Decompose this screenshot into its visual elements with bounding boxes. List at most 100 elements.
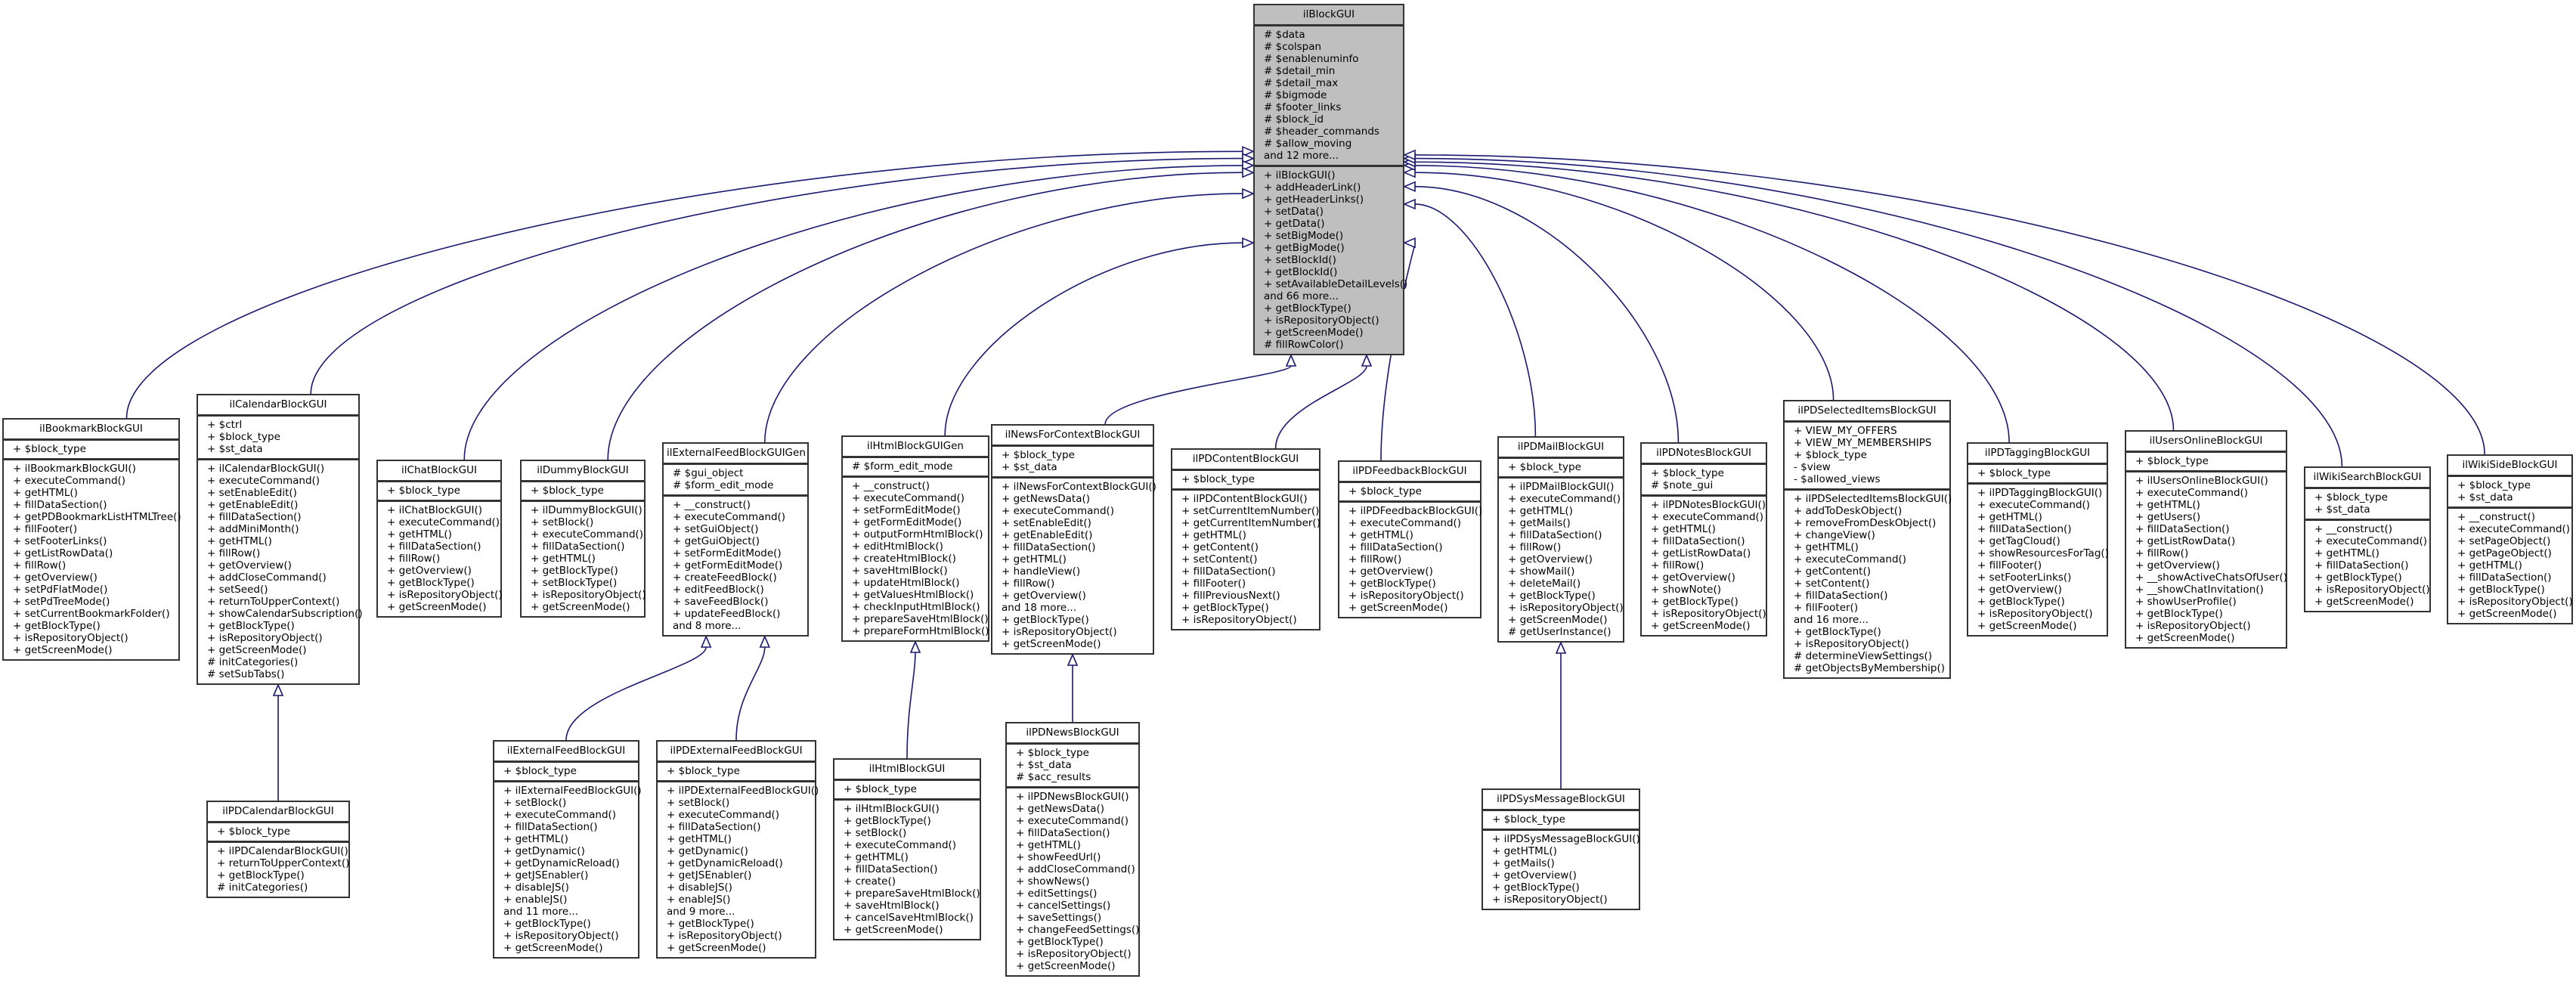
method-item: + executeCommand() (387, 516, 500, 528)
method-item: + getBlockType() (503, 918, 591, 930)
method-item: + fillDataSection() (1002, 541, 1096, 553)
class-node[interactable]: ilExternalFeedBlockGUI + $block_type + ilE… (493, 740, 642, 959)
class-node[interactable]: ilHtmlBlockGUI + $block_type + ilHtmlBlock… (833, 758, 981, 940)
method-item: + ilPDTaggingBlockGUI() (1977, 487, 2103, 499)
method-item: + getBlockType() (1977, 596, 2065, 608)
method-item: + ilPDCalendarBlockGUI() (217, 845, 348, 857)
class-node[interactable]: ilPDCalendarBlockGUI + $block_type + ilPDC… (206, 801, 350, 898)
attribute-item: # $colspan (1264, 41, 1322, 53)
method-item: + getNewsData() (1002, 493, 1091, 505)
method-item: + fillDataSection() (1016, 827, 1110, 839)
method-item: + getScreenMode() (13, 644, 113, 656)
method-item: + disableJS() (503, 881, 569, 894)
method-item: + changeFeedSettings() (1016, 924, 1140, 936)
class-node[interactable]: ilBlockGUI # $data # $colspan # $enablenumi… (1253, 4, 1407, 355)
class-node[interactable]: ilExternalFeedBlockGUIGen # $gui_object # … (662, 442, 809, 637)
method-item: + getHTML() (2457, 559, 2522, 572)
class-node[interactable]: ilWikiSideBlockGUI + $block_type + $st_dat… (2447, 454, 2573, 624)
method-item: # getUserInstance() (1508, 626, 1612, 638)
class-attributes: + $block_type + $st_data (2305, 489, 2429, 521)
method-item: + prepareFormHtmlBlock() (852, 625, 989, 637)
method-item: and 11 more... (503, 906, 579, 918)
class-node[interactable]: ilBookmarkBlockGUI + $block_type + ilBookm… (2, 418, 181, 661)
inheritance-arrowhead-icon (1402, 160, 1416, 172)
method-item: + getHTML() (1002, 553, 1067, 565)
method-item: + getPDBookmarkListHTMLTree() (13, 511, 181, 523)
method-item: + setCurrentBookmarkFolder() (13, 608, 170, 620)
method-item: + setSeed() (207, 584, 268, 596)
method-item: + ilPDSysMessageBlockGUI() (1492, 833, 1640, 845)
class-methods: + ilUsersOnlineBlockGUI() + executeComman… (2126, 472, 2287, 647)
method-item: + executeCommand() (852, 492, 965, 504)
method-item: + getListRowData() (1651, 547, 1751, 559)
method-item: + setPageObject() (2457, 535, 2551, 547)
class-attributes: + $block_type (834, 781, 980, 801)
method-item: + getBlockType() (844, 815, 931, 827)
method-item: + getHTML() (207, 535, 272, 547)
class-name: ilWikiSearchBlockGUI (2305, 468, 2429, 489)
class-node[interactable]: ilPDMailBlockGUI + $block_type + ilPDMailB… (1497, 436, 1624, 643)
method-item: + fillDataSection() (667, 821, 761, 833)
method-item: + create() (844, 875, 896, 888)
class-node[interactable]: ilCalendarBlockGUI + $ctrl + $block_type + … (197, 394, 363, 685)
method-item: + showResourcesForTag() (1977, 547, 2109, 559)
class-node[interactable]: ilChatBlockGUI + $block_type + ilChatBlock… (376, 460, 503, 618)
attribute-item: + $block_type (1348, 485, 1422, 497)
method-item: + setFooterLinks() (1977, 572, 2072, 584)
method-item: + getListRowData() (2135, 535, 2236, 547)
method-item: + __showChatInvitation() (2135, 584, 2264, 596)
inheritance-edge (565, 646, 707, 741)
class-node[interactable]: ilWikiSearchBlockGUI + $block_type + $st_d… (2304, 466, 2431, 612)
method-item: + getBlockType() (1794, 626, 1881, 638)
method-item: + getFormEditMode() (673, 559, 783, 572)
class-node[interactable]: ilUsersOnlineBlockGUI + $block_type + ilUs… (2125, 430, 2287, 649)
method-item: + getOverview() (207, 559, 292, 572)
attribute-item: + $st_data (2457, 491, 2513, 503)
inheritance-arrowhead-icon (1242, 153, 1255, 164)
class-node[interactable]: ilPDSysMessageBlockGUI + $block_type + ilP… (1482, 788, 1640, 910)
method-item: + showFeedUrl() (1016, 851, 1101, 863)
method-item: + setEnableEdit() (1002, 517, 1091, 529)
method-item: + fillDataSection() (1794, 590, 1888, 602)
class-node[interactable]: ilPDSelectedItemsBlockGUI + VIEW_MY_OFFER… (1783, 400, 1952, 679)
class-methods: + ilPDFeedbackBlockGUI() + executeCommand… (1339, 503, 1482, 617)
method-item: + isRepositoryObject() (1002, 626, 1117, 638)
method-item: + isRepositoryObject() (387, 589, 503, 601)
attribute-item: - $view (1794, 461, 1831, 473)
class-node[interactable]: ilNewsForContextBlockGUI + $block_type + $… (991, 424, 1156, 655)
method-item: + ilChatBlockGUI() (387, 504, 483, 516)
method-item: + isRepositoryObject() (1508, 602, 1624, 614)
attribute-item: # $footer_links (1264, 101, 1342, 113)
class-node[interactable]: ilPDNewsBlockGUI + $block_type + $st_data #… (1005, 722, 1140, 977)
class-name: ilPDExternalFeedBlockGUI (658, 742, 815, 763)
method-item: + isRepositoryObject() (1977, 608, 2093, 620)
method-item: + getGuiObject() (673, 535, 760, 547)
class-methods: + ilPDSelectedItemsBlockGUI() + addToDesk… (1785, 491, 1952, 677)
method-item: + getBlockType() (13, 620, 101, 632)
attribute-item: # $header_commands (1264, 125, 1379, 138)
class-node[interactable]: ilPDTaggingBlockGUI + $block_type + ilPDTa… (1967, 442, 2109, 637)
method-item: + isRepositoryObject() (2135, 620, 2251, 632)
class-node[interactable]: ilPDExternalFeedBlockGUI + $block_type + i… (656, 740, 819, 959)
class-node[interactable]: ilDummyBlockGUI + $block_type + ilDummyBlo… (520, 460, 646, 618)
method-item: + getData() (1264, 218, 1325, 230)
class-node[interactable]: ilPDContentBlockGUI + $block_type + ilPDCo… (1171, 448, 1321, 630)
inheritance-arrowhead-icon (1402, 181, 1416, 193)
method-item: + getListRowData() (13, 547, 113, 559)
method-item: + getScreenMode() (207, 644, 307, 656)
class-attributes: + $block_type + $st_data (2448, 477, 2571, 509)
method-item: + getHTML() (13, 487, 78, 499)
method-item: + executeCommand() (2457, 523, 2571, 535)
method-item: + getOverview() (387, 565, 472, 577)
method-item: + fillDataSection() (1508, 529, 1602, 541)
class-methods: + ilPDContentBlockGUI() + setCurrentItemN… (1172, 491, 1321, 629)
method-item: + getHeaderLinks() (1264, 194, 1364, 206)
attribute-item: + $block_type (2457, 479, 2531, 491)
class-name: ilDummyBlockGUI (522, 461, 644, 482)
class-node[interactable]: ilHtmlBlockGUIGen # $form_edit_mode + __co… (841, 435, 989, 642)
attribute-item: # $form_edit_mode (852, 460, 953, 472)
method-item: + setGuiObject() (673, 523, 759, 535)
inheritance-arrowhead-icon (1067, 652, 1079, 666)
class-node[interactable]: ilPDNotesBlockGUI + $block_type # $note_gu… (1640, 442, 1767, 637)
class-node[interactable]: ilPDFeedbackBlockGUI + $block_type + ilPDF… (1338, 460, 1482, 618)
